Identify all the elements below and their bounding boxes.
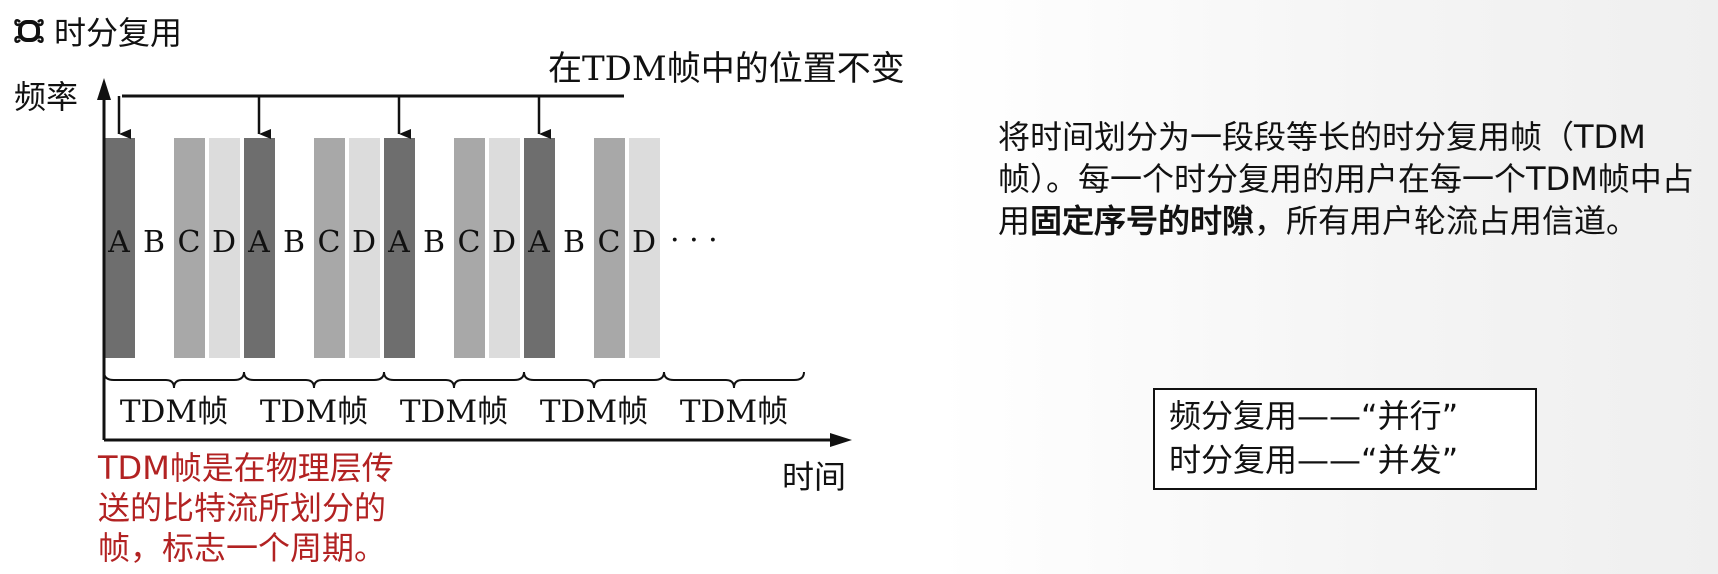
time-slot-label: B [283, 225, 305, 260]
time-slot-label: C [178, 225, 201, 260]
position-unchanged-label: 在TDM帧中的位置不变 [548, 49, 905, 89]
note-line-2: 送的比特流所划分的 [98, 489, 387, 527]
description-text-2: ，所有用户轮流占用信道。 [1254, 202, 1639, 240]
time-slot-label: A [107, 225, 130, 260]
frame-brace [103, 371, 245, 389]
x-axis-label: 时间 [782, 458, 846, 496]
tdm-description: 将时间划分为一段段等长的时分复用帧（TDM帧）。每一个时分复用的用户在每一个TD… [998, 116, 1698, 242]
frame-brace [523, 371, 665, 389]
comparison-tdm: 时分复用——“并发” [1169, 441, 1459, 479]
tdm-frame-label: TDM帧 [120, 394, 228, 430]
time-slot-label: D [492, 225, 516, 260]
tdm-frame-note: TDM帧是在物理层传 送的比特流所划分的 帧，标志一个周期。 [98, 448, 438, 568]
time-slot-label: A [527, 225, 550, 260]
time-slot-label: C [318, 225, 341, 260]
tdm-frame-label: TDM帧 [680, 394, 788, 430]
time-slot-label: B [423, 225, 445, 260]
comparison-fdm: 频分复用——“并行” [1169, 397, 1459, 435]
frame-brace [383, 371, 525, 389]
tdm-frame-label: TDM帧 [400, 394, 508, 430]
comparison-box: 频分复用——“并行” 时分复用——“并发” [1153, 388, 1537, 490]
time-slot-label: A [247, 225, 270, 260]
y-axis-label: 频率 [14, 78, 78, 116]
time-slot-label: B [563, 225, 585, 260]
time-slot-group: ABCDABCDABCDABCD [104, 138, 660, 358]
note-line-3: 帧，标志一个周期。 [98, 529, 387, 567]
continuation-ellipsis: · · · [670, 223, 718, 258]
tdm-frame-label: TDM帧 [260, 394, 368, 430]
time-slot-label: D [352, 225, 376, 260]
position-pointers [117, 96, 551, 139]
x-axis-arrow-icon [830, 433, 852, 447]
time-slot-label: B [143, 225, 165, 260]
tdm-diagram: ABCDABCDABCDABCD 频率 时间 在TDM帧中的位置不变 · · ·… [14, 49, 905, 496]
time-slot-label: C [598, 225, 621, 260]
tdm-frame-label: TDM帧 [540, 394, 648, 430]
time-slot-label: D [212, 225, 236, 260]
note-line-1: TDM帧是在物理层传 [98, 449, 394, 487]
time-slot-label: D [632, 225, 656, 260]
frame-brace [243, 371, 385, 389]
tdm-frame-group: TDM帧 TDM帧 TDM帧 TDM帧 TDM帧 [103, 371, 805, 430]
y-axis-arrow-icon [97, 78, 111, 100]
time-slot-label: C [458, 225, 481, 260]
time-slot-label: A [387, 225, 410, 260]
frame-brace [663, 371, 805, 389]
description-bold-text: 固定序号的时隙 [1030, 202, 1255, 240]
